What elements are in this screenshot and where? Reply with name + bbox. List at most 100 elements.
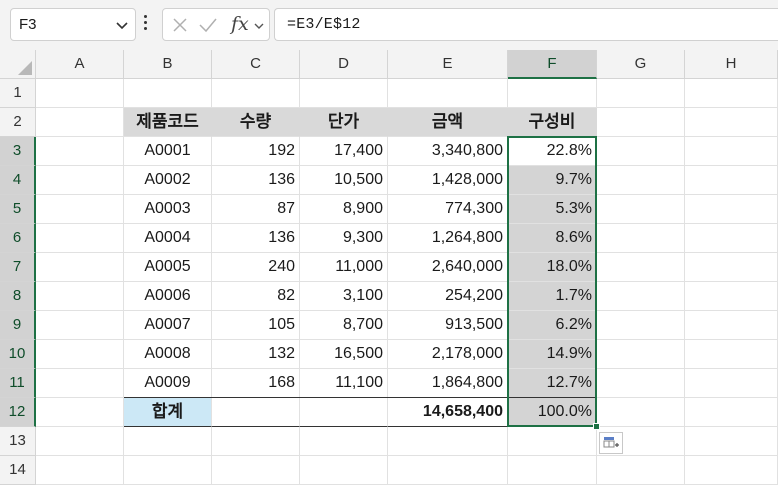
cell-a10[interactable] bbox=[36, 340, 124, 369]
cell-a5[interactable] bbox=[36, 195, 124, 224]
table-cell[interactable]: A0004 bbox=[124, 224, 212, 253]
table-cell[interactable]: 11,000 bbox=[300, 253, 388, 282]
more-icon[interactable] bbox=[143, 15, 149, 35]
select-all-button[interactable] bbox=[0, 50, 36, 79]
column-header-f[interactable]: F bbox=[508, 50, 597, 79]
cell-h8[interactable] bbox=[685, 282, 778, 311]
cell-g9[interactable] bbox=[597, 311, 685, 340]
cell-g3[interactable] bbox=[597, 137, 685, 166]
cell-g10[interactable] bbox=[597, 340, 685, 369]
table-cell[interactable] bbox=[300, 398, 388, 427]
column-header-a[interactable]: A bbox=[36, 50, 124, 79]
table-cell[interactable]: 14.9% bbox=[508, 340, 597, 369]
cell-h10[interactable] bbox=[685, 340, 778, 369]
row-header-9[interactable]: 9 bbox=[0, 311, 36, 340]
total-amount[interactable]: 14,658,400 bbox=[388, 398, 508, 427]
cell-a14[interactable] bbox=[36, 456, 124, 485]
table-cell[interactable]: 913,500 bbox=[388, 311, 508, 340]
table-cell[interactable]: 12.7% bbox=[508, 369, 597, 398]
table-cell[interactable]: 2,640,000 bbox=[388, 253, 508, 282]
chevron-down-icon[interactable] bbox=[115, 18, 129, 37]
cell-g1[interactable] bbox=[597, 79, 685, 108]
column-header-b[interactable]: B bbox=[124, 50, 212, 79]
formula-input[interactable]: =E3/E$12 bbox=[274, 8, 778, 41]
row-header-13[interactable]: 13 bbox=[0, 427, 36, 456]
cell-a9[interactable] bbox=[36, 311, 124, 340]
cell-g2[interactable] bbox=[597, 108, 685, 137]
table-cell[interactable]: 9.7% bbox=[508, 166, 597, 195]
total-ratio[interactable]: 100.0% bbox=[508, 398, 597, 427]
cell-a1[interactable] bbox=[36, 79, 124, 108]
column-header-e[interactable]: E bbox=[388, 50, 508, 79]
column-header-d[interactable]: D bbox=[300, 50, 388, 79]
column-header-h[interactable]: H bbox=[685, 50, 778, 79]
column-header-c[interactable]: C bbox=[212, 50, 300, 79]
table-header-cell[interactable]: 수량 bbox=[212, 108, 300, 137]
table-cell[interactable]: 87 bbox=[212, 195, 300, 224]
cell-h3[interactable] bbox=[685, 137, 778, 166]
row-header-3[interactable]: 3 bbox=[0, 137, 36, 166]
cell-g11[interactable] bbox=[597, 369, 685, 398]
table-cell[interactable]: 10,500 bbox=[300, 166, 388, 195]
table-cell[interactable]: 6.2% bbox=[508, 311, 597, 340]
cell-a7[interactable] bbox=[36, 253, 124, 282]
table-cell[interactable]: A0009 bbox=[124, 369, 212, 398]
name-box[interactable]: F3 bbox=[10, 8, 136, 41]
cell-g5[interactable] bbox=[597, 195, 685, 224]
table-cell[interactable]: A0003 bbox=[124, 195, 212, 224]
table-cell[interactable]: 136 bbox=[212, 224, 300, 253]
table-header-cell[interactable]: 금액 bbox=[388, 108, 508, 137]
cell-g14[interactable] bbox=[597, 456, 685, 485]
table-header-cell[interactable]: 제품코드 bbox=[124, 108, 212, 137]
table-cell[interactable]: 17,400 bbox=[300, 137, 388, 166]
table-cell[interactable]: 105 bbox=[212, 311, 300, 340]
table-cell[interactable]: A0008 bbox=[124, 340, 212, 369]
cell-a12[interactable] bbox=[36, 398, 124, 427]
total-label[interactable]: 합계 bbox=[124, 398, 212, 427]
table-cell[interactable]: 774,300 bbox=[388, 195, 508, 224]
table-cell[interactable]: A0002 bbox=[124, 166, 212, 195]
table-cell[interactable]: 1,428,000 bbox=[388, 166, 508, 195]
cell-b13[interactable] bbox=[124, 427, 212, 456]
row-header-6[interactable]: 6 bbox=[0, 224, 36, 253]
cell-h13[interactable] bbox=[685, 427, 778, 456]
table-cell[interactable]: 5.3% bbox=[508, 195, 597, 224]
table-cell[interactable]: 82 bbox=[212, 282, 300, 311]
chevron-down-icon[interactable] bbox=[253, 19, 265, 37]
table-cell[interactable]: 192 bbox=[212, 137, 300, 166]
row-header-14[interactable]: 14 bbox=[0, 456, 36, 485]
cell-a2[interactable] bbox=[36, 108, 124, 137]
cell-h2[interactable] bbox=[685, 108, 778, 137]
cell-f13[interactable] bbox=[508, 427, 597, 456]
cell-d1[interactable] bbox=[300, 79, 388, 108]
table-cell[interactable]: 16,500 bbox=[300, 340, 388, 369]
column-header-g[interactable]: G bbox=[597, 50, 685, 79]
table-cell[interactable]: A0005 bbox=[124, 253, 212, 282]
table-cell[interactable]: 8.6% bbox=[508, 224, 597, 253]
table-cell[interactable]: A0006 bbox=[124, 282, 212, 311]
table-cell[interactable]: 132 bbox=[212, 340, 300, 369]
cell-e13[interactable] bbox=[388, 427, 508, 456]
cell-d14[interactable] bbox=[300, 456, 388, 485]
row-header-7[interactable]: 7 bbox=[0, 253, 36, 282]
cell-a6[interactable] bbox=[36, 224, 124, 253]
cell-a8[interactable] bbox=[36, 282, 124, 311]
cell-a11[interactable] bbox=[36, 369, 124, 398]
table-cell[interactable]: 8,900 bbox=[300, 195, 388, 224]
cell-g8[interactable] bbox=[597, 282, 685, 311]
table-cell[interactable]: 11,100 bbox=[300, 369, 388, 398]
enter-icon[interactable] bbox=[198, 16, 218, 39]
cell-f1[interactable] bbox=[508, 79, 597, 108]
cell-g4[interactable] bbox=[597, 166, 685, 195]
cell-a4[interactable] bbox=[36, 166, 124, 195]
table-cell[interactable]: A0007 bbox=[124, 311, 212, 340]
cell-h5[interactable] bbox=[685, 195, 778, 224]
cell-c1[interactable] bbox=[212, 79, 300, 108]
row-header-8[interactable]: 8 bbox=[0, 282, 36, 311]
cell-h9[interactable] bbox=[685, 311, 778, 340]
table-header-cell[interactable]: 구성비 bbox=[508, 108, 597, 137]
table-cell[interactable]: 3,340,800 bbox=[388, 137, 508, 166]
row-header-11[interactable]: 11 bbox=[0, 369, 36, 398]
row-header-2[interactable]: 2 bbox=[0, 108, 36, 137]
quick-analysis-icon[interactable] bbox=[599, 432, 623, 454]
